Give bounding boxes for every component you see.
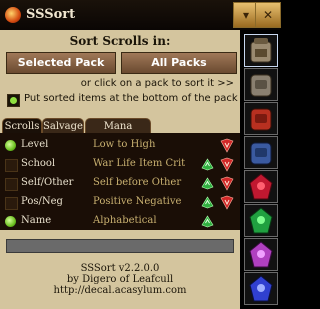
rule-order[interactable]: Low to High (93, 139, 155, 150)
pack-slot-4[interactable] (244, 136, 278, 169)
rule-order[interactable]: Self before Other (93, 177, 181, 188)
crimson-pack-icon (249, 173, 273, 200)
move-up-icon[interactable] (201, 196, 214, 209)
enabled-toggle[interactable] (5, 197, 18, 210)
list-item[interactable]: Level Low to High (0, 136, 240, 155)
move-down-icon[interactable] (220, 138, 234, 153)
sort-rule-list: Level Low to High School War Life Item C… (0, 133, 240, 230)
window-title: SSSort (26, 7, 76, 22)
move-down-icon[interactable] (220, 176, 234, 191)
enabled-toggle[interactable] (5, 140, 16, 151)
rule-name: Name (21, 215, 52, 226)
title-bar[interactable]: SSSort ▾ ✕ (0, 0, 281, 30)
rule-order[interactable]: War Life Item Crit (93, 158, 185, 169)
all-packs-button[interactable]: All Packs (121, 52, 237, 74)
rule-name: Level (21, 139, 49, 150)
green-pack-icon (249, 207, 273, 234)
bottom-of-pack-checkbox[interactable] (7, 94, 20, 107)
grey-pack-icon (250, 74, 272, 97)
list-item[interactable]: Self/Other Self before Other (0, 174, 240, 193)
rule-name: Self/Other (21, 177, 74, 188)
close-button[interactable]: ✕ (255, 2, 281, 28)
move-up-icon[interactable] (201, 215, 214, 228)
move-down-icon[interactable] (220, 157, 234, 172)
rule-order[interactable]: Positive Negative (93, 196, 181, 207)
sort-scrolls-heading: Sort Scrolls in: (69, 34, 171, 48)
red-pack-icon (250, 108, 272, 131)
pack-slot-7[interactable] (244, 238, 278, 271)
pack-slot-6[interactable] (244, 204, 278, 237)
enabled-toggle[interactable] (5, 216, 16, 227)
pack-slot-5[interactable] (244, 170, 278, 203)
sssort-window: SSSort ▾ ✕ Sort Scrolls in: Selected Pac… (0, 0, 281, 309)
rule-name: Pos/Neg (21, 196, 63, 207)
tab-salvage[interactable]: Salvage (42, 118, 84, 134)
pack-slot-main[interactable] (244, 34, 278, 67)
tab-scrolls[interactable]: Scrolls (2, 118, 42, 134)
blue-pack-icon (250, 142, 272, 165)
move-up-icon[interactable] (201, 177, 214, 190)
pack-slot-8[interactable] (244, 272, 278, 305)
pack-slot-3[interactable] (244, 102, 278, 135)
tab-mana-stones[interactable]: Mana Stones (85, 118, 151, 147)
author-text: by Digero of Leafcull (66, 274, 174, 285)
list-item[interactable]: Pos/Neg Positive Negative (0, 193, 240, 212)
bottom-of-pack-label: Put sorted items at the bottom of the pa… (24, 93, 238, 104)
rule-order[interactable]: Alphabetical (93, 215, 157, 226)
app-icon (5, 7, 21, 23)
website-link[interactable]: http://decal.acasylum.com (0, 285, 240, 296)
selected-pack-button[interactable]: Selected Pack (6, 52, 116, 74)
main-panel: Sort Scrolls in: Selected Pack All Packs… (0, 30, 240, 309)
footer-credits: SSSort v2.2.0.0 by Digero of Leafcull ht… (0, 263, 240, 296)
royal-blue-pack-icon (249, 275, 273, 302)
purple-pack-icon (249, 241, 273, 268)
rule-name: School (21, 158, 56, 169)
version-text: SSSort v2.2.0.0 (80, 263, 160, 274)
list-item[interactable]: Name Alphabetical (0, 212, 240, 231)
move-up-icon[interactable] (201, 158, 214, 171)
main-pack-icon (250, 38, 272, 63)
pack-sidebar (240, 30, 280, 309)
enabled-toggle[interactable] (5, 159, 18, 172)
pack-slot-2[interactable] (244, 68, 278, 101)
bottom-of-pack-option[interactable]: Put sorted items at the bottom of the pa… (4, 92, 238, 108)
sort-progress-bar (6, 239, 234, 253)
enabled-toggle[interactable] (5, 178, 18, 191)
move-down-icon[interactable] (220, 195, 234, 210)
list-item[interactable]: School War Life Item Crit (0, 155, 240, 174)
pack-hint-text: or click on a pack to sort it >> (80, 78, 234, 89)
close-icon: ✕ (262, 8, 274, 22)
